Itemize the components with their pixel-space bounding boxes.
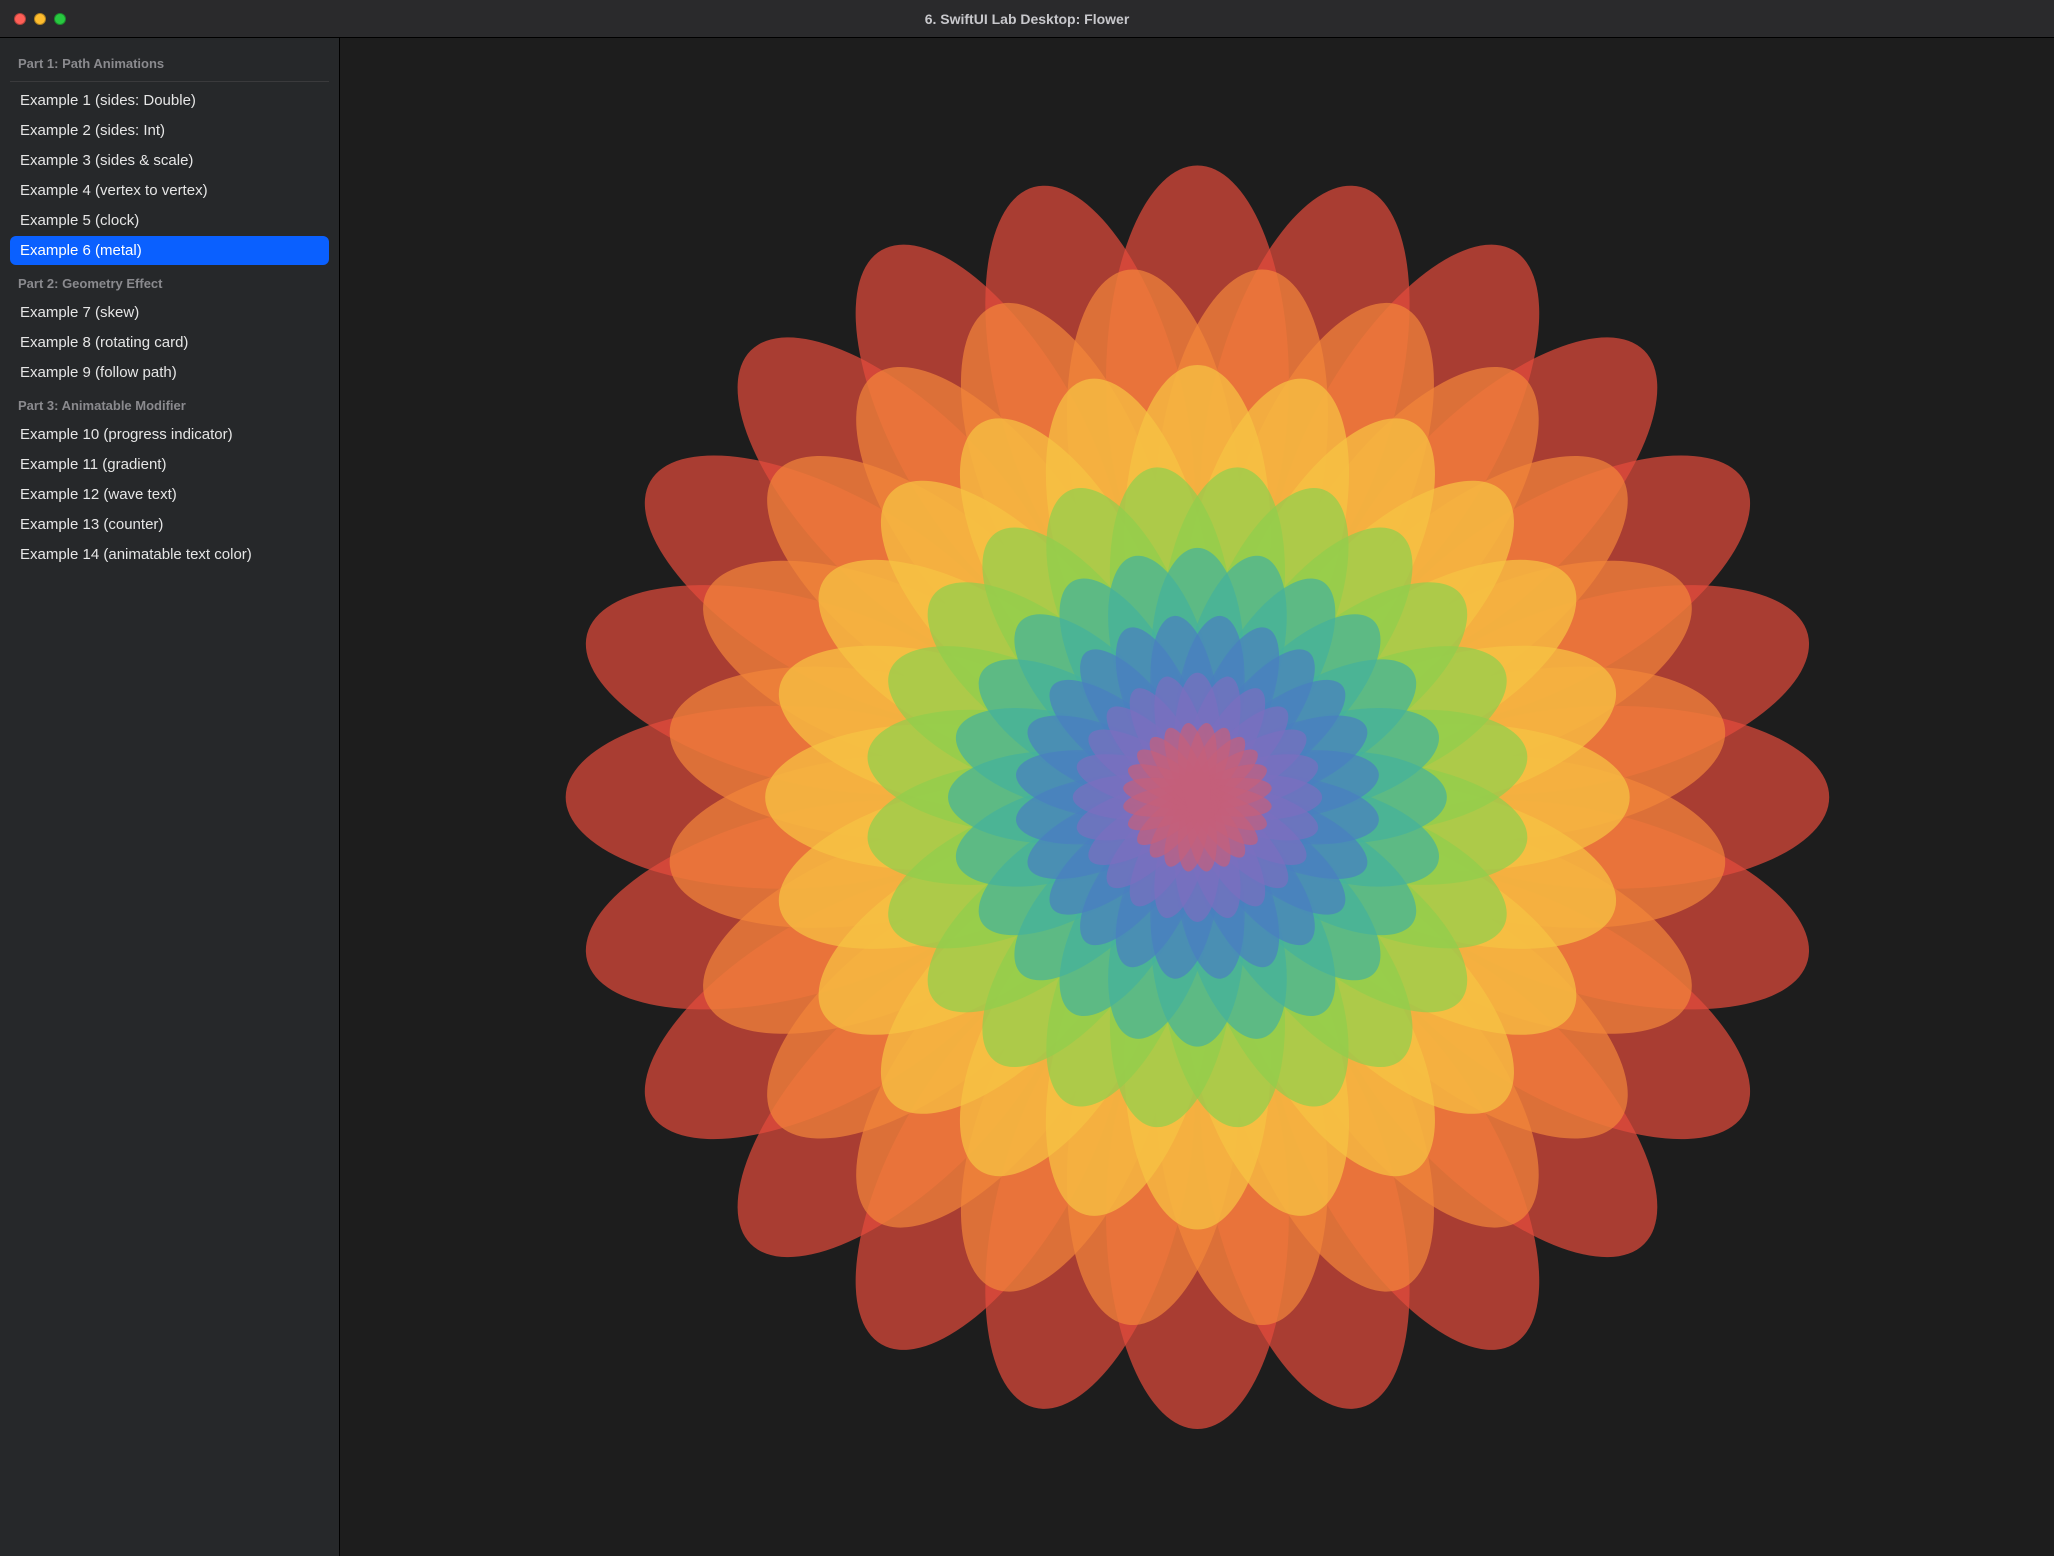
- sidebar-item[interactable]: Example 2 (sides: Int): [10, 116, 329, 145]
- sidebar-item[interactable]: Example 10 (progress indicator): [10, 420, 329, 449]
- sidebar-section-header: Part 3: Animatable Modifier: [10, 388, 329, 419]
- sidebar-item[interactable]: Example 14 (animatable text color): [10, 540, 329, 569]
- close-icon[interactable]: [14, 13, 26, 25]
- sidebar-item[interactable]: Example 9 (follow path): [10, 358, 329, 387]
- sidebar-item[interactable]: Example 3 (sides & scale): [10, 146, 329, 175]
- titlebar: 6. SwiftUI Lab Desktop: Flower: [0, 0, 2054, 38]
- sidebar[interactable]: Part 1: Path Animations Example 1 (sides:…: [0, 38, 340, 1556]
- sidebar-section-header: Part 2: Geometry Effect: [10, 266, 329, 297]
- flower-graphic: [409, 99, 1986, 1496]
- sidebar-item[interactable]: Example 12 (wave text): [10, 480, 329, 509]
- sidebar-item[interactable]: Example 1 (sides: Double): [10, 86, 329, 115]
- window-controls: [0, 13, 66, 25]
- window-title: 6. SwiftUI Lab Desktop: Flower: [0, 11, 2054, 27]
- sidebar-item[interactable]: Example 5 (clock): [10, 206, 329, 235]
- app-window: 6. SwiftUI Lab Desktop: Flower Part 1: P…: [0, 0, 2054, 1556]
- flower-canvas: [340, 38, 2054, 1556]
- sidebar-item[interactable]: Example 13 (counter): [10, 510, 329, 539]
- sidebar-item[interactable]: Example 7 (skew): [10, 298, 329, 327]
- sidebar-item[interactable]: Example 11 (gradient): [10, 450, 329, 479]
- window-body: Part 1: Path Animations Example 1 (sides:…: [0, 38, 2054, 1556]
- content-area: [340, 38, 2054, 1556]
- sidebar-section-header: Part 1: Path Animations: [10, 46, 329, 82]
- zoom-icon[interactable]: [54, 13, 66, 25]
- minimize-icon[interactable]: [34, 13, 46, 25]
- sidebar-item[interactable]: Example 6 (metal): [10, 236, 329, 265]
- sidebar-item[interactable]: Example 4 (vertex to vertex): [10, 176, 329, 205]
- sidebar-item[interactable]: Example 8 (rotating card): [10, 328, 329, 357]
